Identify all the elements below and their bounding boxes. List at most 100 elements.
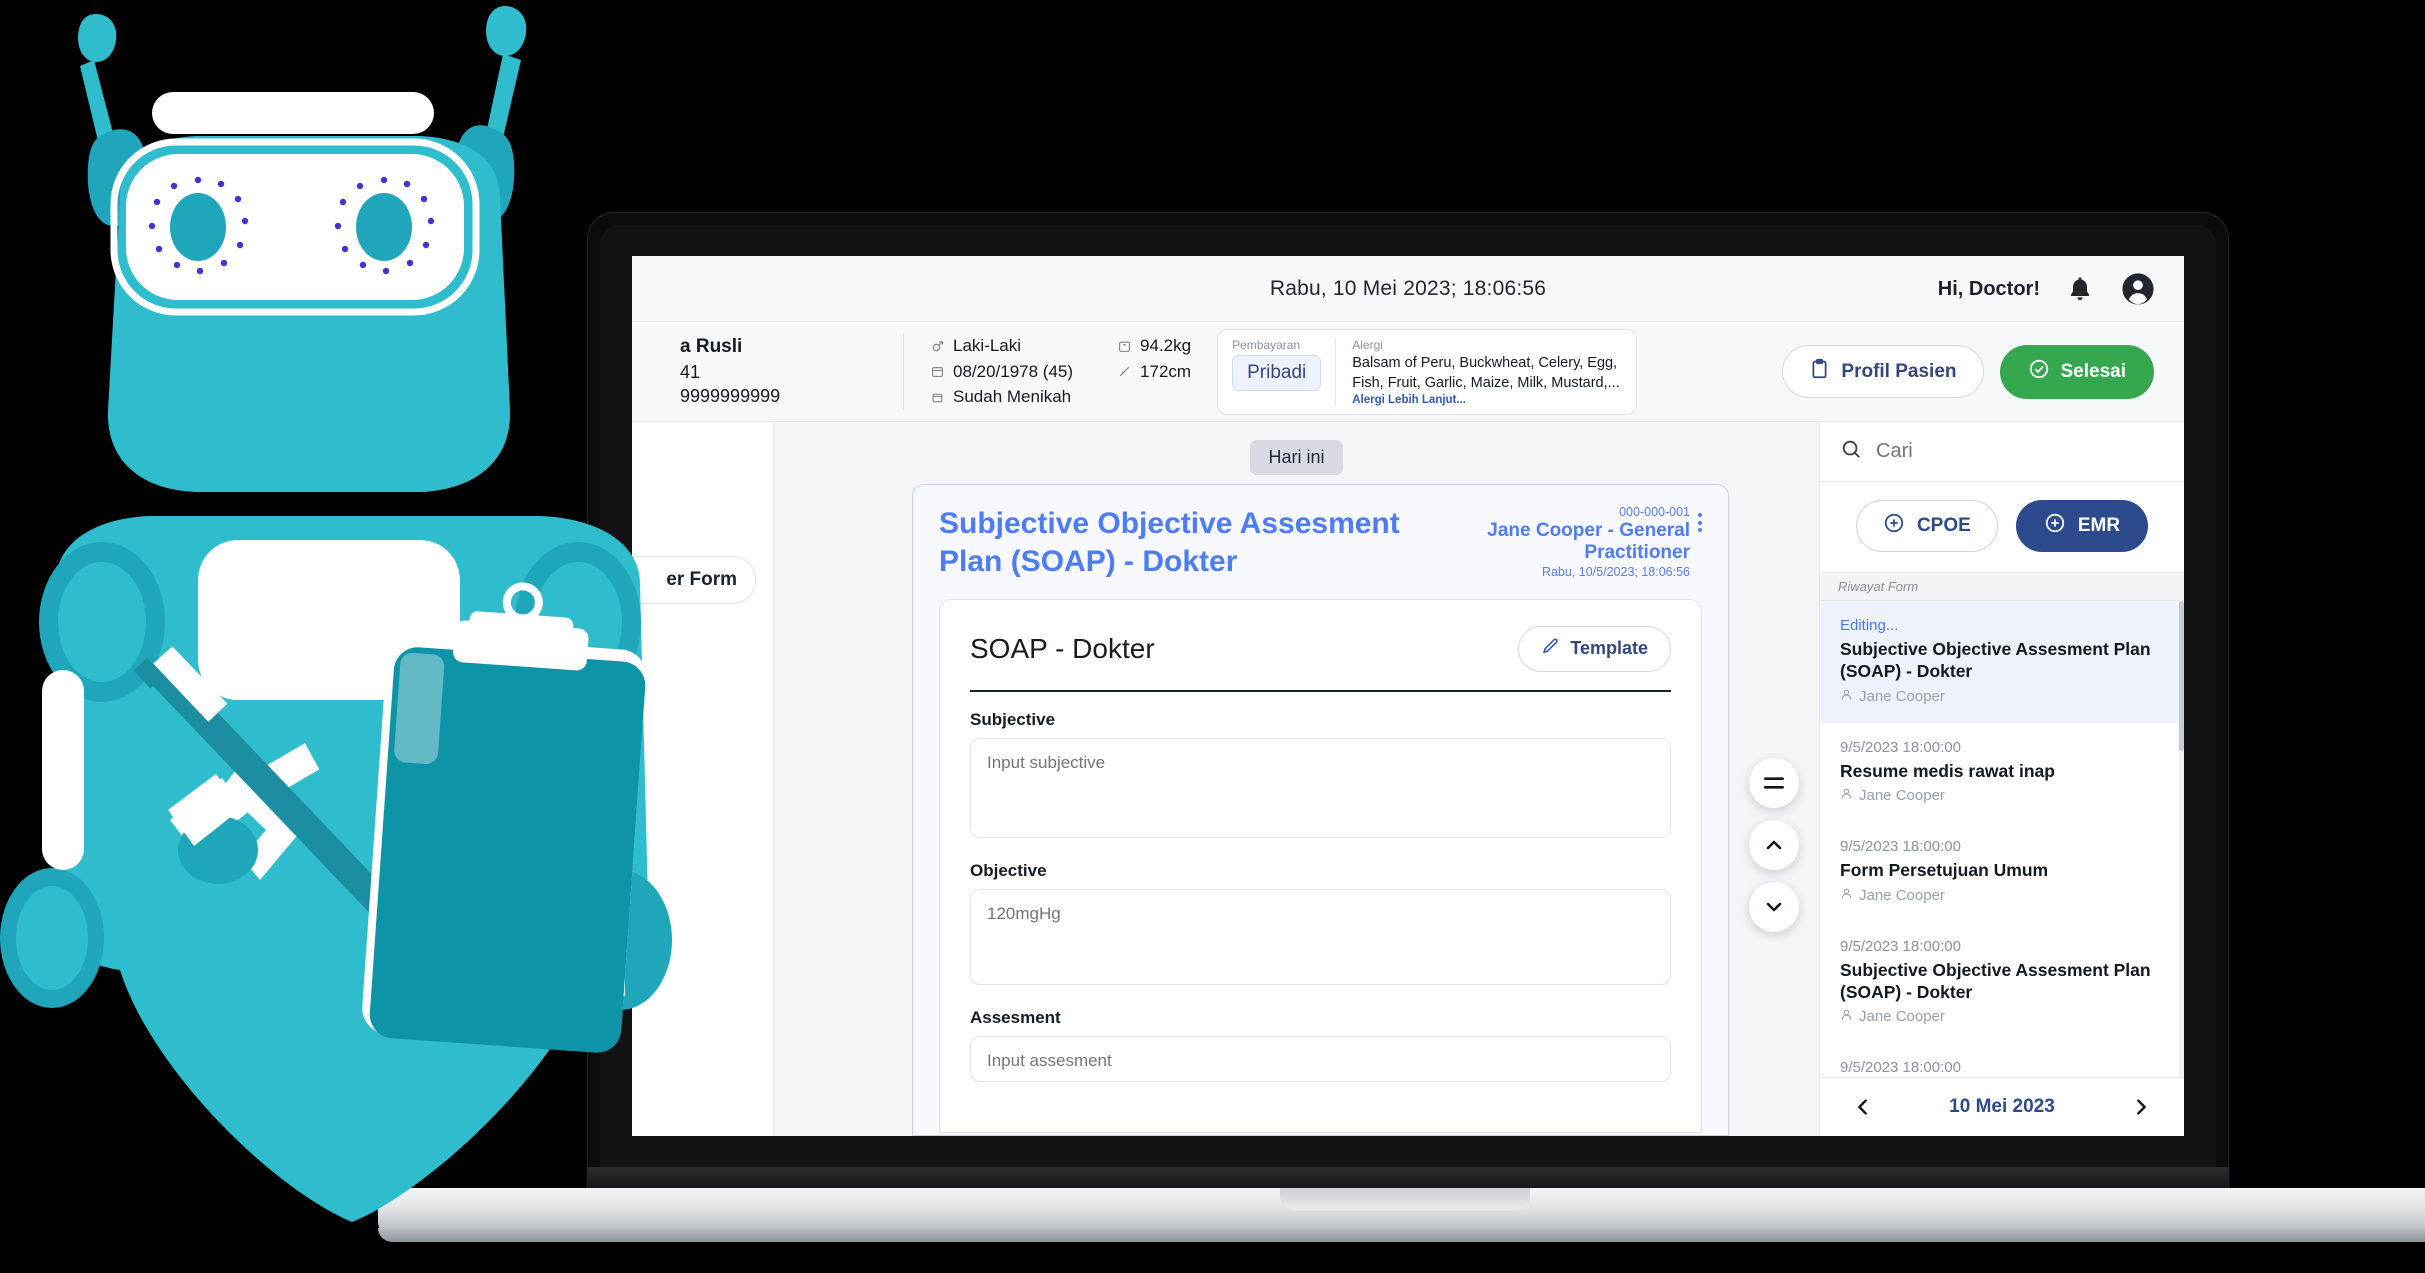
field-objective: Objective — [970, 861, 1671, 990]
app-body: er Form Hari ini Subjective Objective As… — [632, 422, 2184, 1136]
search-icon — [1840, 438, 1862, 465]
payment-value: Pribadi — [1232, 354, 1322, 391]
search-input[interactable] — [1876, 440, 2164, 463]
person-icon — [1840, 787, 1853, 804]
patient-weight-row: 94.2kg — [1117, 333, 1191, 359]
pencil-icon — [1541, 637, 1560, 661]
patient-identity: a Rusli 41 9999999999 — [654, 334, 904, 409]
sidebar-search[interactable] — [1820, 422, 2184, 482]
hamburger-menu-icon[interactable] — [1749, 758, 1799, 808]
emr-label: EMR — [2077, 515, 2121, 536]
allergy-more-link[interactable]: Alergi Lebih Lanjut... — [1352, 394, 1622, 406]
person-icon — [1840, 688, 1853, 705]
emr-button[interactable]: EMR — [2015, 500, 2149, 552]
history-stamp: 9/5/2023 18:00:00 — [1840, 937, 1961, 955]
patient-facts: Laki-Laki 08/20/1978 (45) Sudah Menikah … — [904, 333, 1191, 410]
rings-icon — [930, 390, 944, 404]
patient-facts-right: 94.2kg 172cm — [1117, 333, 1191, 410]
finish-label: Selesai — [2060, 360, 2127, 382]
field-assesment: Assesment — [970, 1008, 1671, 1087]
history-stamp: Editing... — [1840, 617, 1899, 634]
patient-weight: 94.2kg — [1140, 336, 1192, 356]
laptop-base-lip — [378, 1228, 2425, 1242]
chevron-right-icon[interactable] — [2126, 1092, 2156, 1122]
patient-marital-row: Sudah Menikah — [930, 384, 1073, 410]
objective-label: Objective — [970, 860, 1047, 880]
patient-name: a Rusli — [680, 336, 743, 358]
sidebar-scrollbar-thumb[interactable] — [2179, 601, 2184, 751]
subjective-label: Subjective — [970, 709, 1056, 729]
payment-block: Pembayaran Pribadi — [1232, 337, 1337, 406]
soap-card-title: SOAP - Dokter — [970, 632, 1155, 664]
chevron-up-icon[interactable] — [1749, 820, 1799, 870]
template-button[interactable]: Template — [1518, 625, 1671, 672]
top-bar: Rabu, 10 Mei 2023; 18:06:56 Hi, Doctor! — [632, 256, 2184, 322]
plus-circle-icon — [1883, 512, 1905, 540]
calendar-icon — [930, 365, 944, 379]
greeting-text: Hi, Doctor! — [1937, 277, 2040, 300]
today-badge-row: Hari ini — [774, 440, 1819, 475]
objective-input[interactable] — [970, 888, 1671, 985]
emr-sidebar: CPOE EMR Riwayat Form Editing... — [1819, 422, 2184, 1136]
patient-height-row: 172cm — [1117, 359, 1191, 385]
history-title: Subjective Objective Assesment Plan (SOA… — [1840, 639, 2151, 682]
patient-birthdate: 08/20/1978 (45) — [953, 361, 1074, 381]
soap-card-header: SOAP - Dokter Template — [970, 625, 1671, 672]
history-stamp: 9/5/2023 18:00:00 — [1840, 1059, 1961, 1077]
template-label: Template — [1570, 638, 1648, 659]
header-actions: Profil Pasien Selesai — [1782, 344, 2162, 399]
main-content: er Form Hari ini Subjective Objective As… — [632, 422, 1819, 1136]
top-bar-right: Hi, Doctor! — [1938, 256, 2156, 322]
assesment-input[interactable] — [970, 1035, 1671, 1082]
selected-date: 10 Mei 2023 — [1949, 1096, 2055, 1117]
allergy-list: Balsam of Peru, Buckwheat, Celery, Egg, … — [1352, 354, 1620, 391]
list-item[interactable]: 9/5/2023 18:00:00 Subjective Objective A… — [1820, 922, 2184, 1044]
subjective-input[interactable] — [970, 737, 1671, 838]
patient-facts-left: Laki-Laki 08/20/1978 (45) Sudah Menikah — [930, 333, 1073, 410]
cpoe-button[interactable]: CPOE — [1855, 500, 1998, 552]
patient-info-bar: a Rusli 41 9999999999 Laki-Laki 08/20/19… — [632, 322, 2184, 422]
assesment-label: Assesment — [970, 1007, 1061, 1027]
ruler-icon — [1117, 365, 1131, 379]
sidebar-scrollbar[interactable] — [2179, 601, 2184, 1077]
list-item[interactable]: Editing... Subjective Objective Assesmen… — [1820, 601, 2184, 723]
laptop-base-notch — [1280, 1188, 1530, 1210]
form-timestamp: Rabu, 10/5/2023; 18:06:56 — [1541, 565, 1690, 579]
person-icon — [1840, 1008, 1853, 1025]
bell-icon[interactable] — [2062, 271, 2098, 307]
soap-form-meta: 000-000-001 Jane Cooper - General Practi… — [1419, 505, 1702, 579]
list-item[interactable]: 9/5/2023 18:00:00 — [1820, 1043, 2184, 1077]
history-user: Jane Cooper — [1840, 688, 2164, 705]
gender-male-icon — [930, 339, 944, 353]
history-section-label: Riwayat Form — [1820, 573, 2184, 601]
history-user-name: Jane Cooper — [1859, 1008, 1945, 1026]
form-doctor: Jane Cooper - General Practitioner — [1487, 520, 1690, 563]
history-title: Resume medis rawat inap — [1840, 760, 2055, 781]
today-badge: Hari ini — [1250, 440, 1343, 475]
soap-form-title: Subjective Objective Assesment Plan (SOA… — [939, 507, 1400, 578]
history-user-name: Jane Cooper — [1859, 886, 1945, 904]
app-window: Rabu, 10 Mei 2023; 18:06:56 Hi, Doctor! … — [632, 256, 2184, 1136]
weight-scale-icon — [1117, 339, 1131, 353]
patient-birthdate-row: 08/20/1978 (45) — [930, 359, 1073, 385]
history-title: Subjective Objective Assesment Plan (SOA… — [1840, 959, 2151, 1002]
list-item[interactable]: 9/5/2023 18:00:00 Form Persetujuan Umum … — [1820, 822, 2184, 921]
form-history-list[interactable]: Editing... Subjective Objective Assesmen… — [1820, 601, 2184, 1077]
history-stamp: 9/5/2023 18:00:00 — [1840, 838, 1961, 856]
chevron-down-icon[interactable] — [1749, 882, 1799, 932]
list-item[interactable]: 9/5/2023 18:00:00 Resume medis rawat ina… — [1820, 723, 2184, 822]
soap-form-panel: Subjective Objective Assesment Plan (SOA… — [912, 484, 1729, 1136]
soap-meta-lines: 000-000-001 Jane Cooper - General Practi… — [1419, 505, 1690, 579]
form-more-options-icon[interactable] — [1698, 505, 1702, 532]
history-user-name: Jane Cooper — [1859, 687, 1945, 705]
date-navigation: 10 Mei 2023 — [1820, 1077, 2184, 1136]
patient-height: 172cm — [1140, 361, 1192, 381]
chevron-left-icon[interactable] — [1848, 1092, 1878, 1122]
patient-phone: 9999999999 — [680, 386, 781, 407]
patient-profile-button[interactable]: Profil Pasien — [1782, 345, 1984, 398]
finish-button[interactable]: Selesai — [1999, 344, 2154, 399]
user-avatar-icon[interactable] — [2120, 271, 2156, 307]
laptop-viewport: Rabu, 10 Mei 2023; 18:06:56 Hi, Doctor! … — [632, 256, 2184, 1136]
allergy-block: Alergi Balsam of Peru, Buckwheat, Celery… — [1352, 338, 1622, 406]
clipboard-icon — [1809, 358, 1830, 385]
